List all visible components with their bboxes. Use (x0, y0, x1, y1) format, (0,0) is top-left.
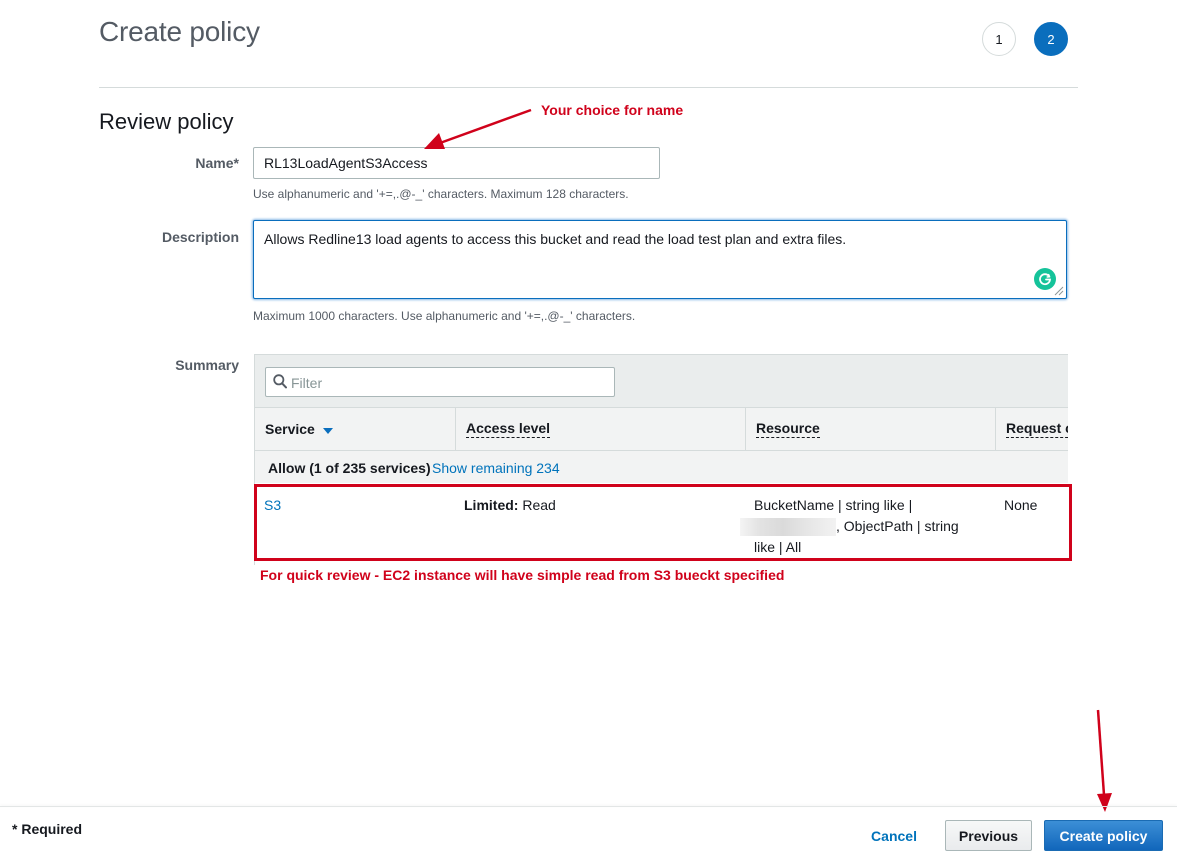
table-header: Service Access level Resource Request c (255, 407, 1068, 451)
name-label: Name* (195, 155, 239, 171)
step-2-indicator[interactable]: 2 (1034, 22, 1068, 56)
footer-divider (0, 806, 1177, 807)
filter-input[interactable]: Filter (265, 367, 615, 397)
previous-button[interactable]: Previous (945, 820, 1032, 851)
column-header-request-condition[interactable]: Request c (995, 408, 1068, 450)
column-header-service[interactable]: Service (255, 408, 455, 450)
column-header-label: Request c (1006, 420, 1068, 438)
sort-caret-down-icon (322, 427, 333, 434)
filter-bar: Filter (255, 354, 1068, 408)
cancel-button[interactable]: Cancel (866, 820, 922, 851)
summary-label: Summary (175, 357, 239, 373)
column-header-label: Access level (466, 420, 551, 438)
filter-placeholder: Filter (291, 375, 323, 391)
column-header-resource[interactable]: Resource (745, 408, 995, 450)
column-header-access-level[interactable]: Access level (455, 408, 745, 450)
show-remaining-link[interactable]: Show remaining 234 (432, 460, 560, 476)
policy-name-input[interactable] (253, 147, 660, 179)
page-title: Create policy (99, 16, 260, 47)
allow-group-label: Allow (1 of 235 services) (268, 460, 431, 476)
description-label: Description (161, 229, 239, 245)
grammarly-g-glyph (1039, 273, 1051, 286)
column-header-label: Resource (756, 420, 820, 438)
annotation-name-note: Your choice for name (541, 102, 684, 118)
allow-group-row: Allow (1 of 235 services) Show remaining… (255, 451, 1068, 483)
search-icon (273, 374, 287, 389)
title-divider (99, 87, 1078, 88)
resize-grip-icon[interactable] (1052, 284, 1064, 296)
create-policy-button[interactable]: Create policy (1044, 820, 1163, 851)
column-header-label: Service (265, 421, 315, 437)
arrow-to-create-button-icon (1096, 709, 1112, 812)
step-1-indicator[interactable]: 1 (982, 22, 1016, 56)
create-policy-page: Create policy 1 2 Review policy Name* Us… (0, 0, 1177, 863)
required-note: * Required (12, 821, 83, 837)
description-hint: Maximum 1000 characters. Use alphanumeri… (253, 309, 636, 323)
annotation-review-note: For quick review - EC2 instance will hav… (260, 567, 785, 583)
arrow-to-name-icon (424, 108, 532, 149)
section-title: Review policy (99, 109, 234, 134)
description-textarea[interactable]: Allows Redline13 load agents to access t… (253, 220, 1067, 299)
annotation-highlight-box (254, 484, 1072, 561)
name-hint: Use alphanumeric and '+=,.@-_' character… (253, 187, 629, 201)
